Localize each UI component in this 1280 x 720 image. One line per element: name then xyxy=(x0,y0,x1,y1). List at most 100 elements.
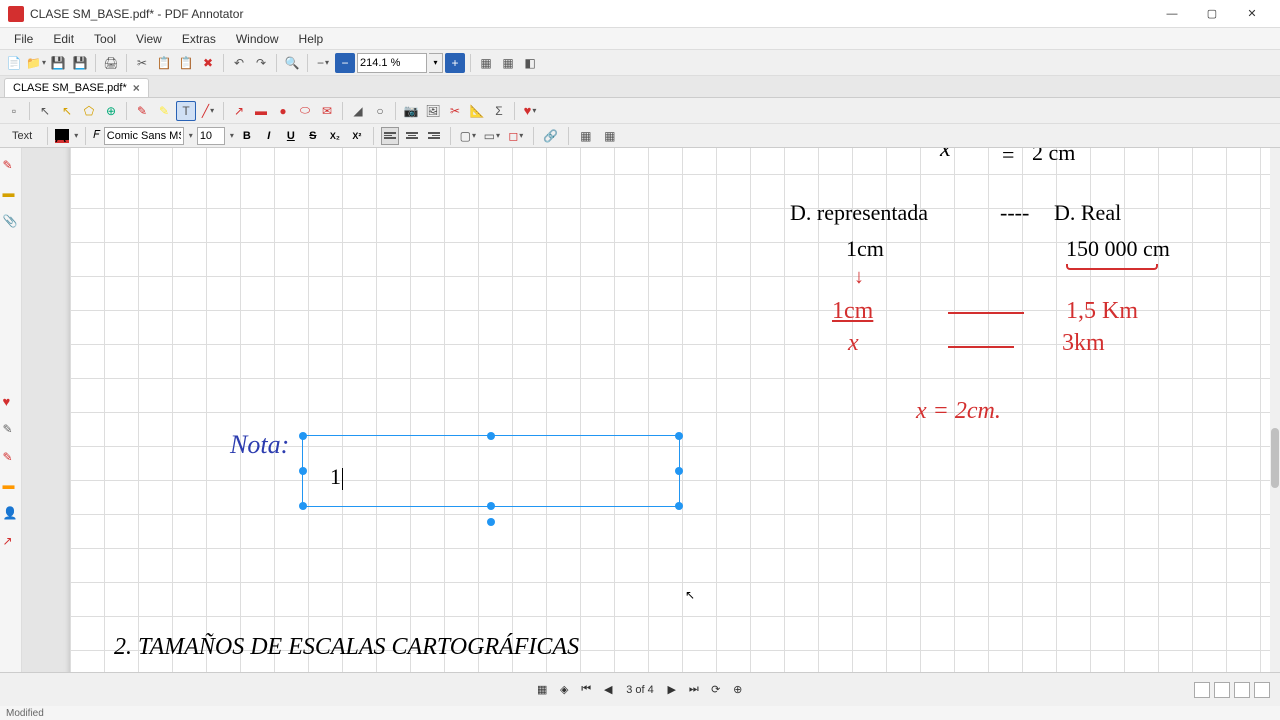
fav-person-icon[interactable]: 👤 xyxy=(3,506,19,522)
search-icon[interactable]: 🔍 xyxy=(282,53,302,73)
font-color-dropdown[interactable]: ▾ xyxy=(74,131,78,140)
pan-icon[interactable]: ⊕ xyxy=(101,101,121,121)
rect-icon[interactable]: ▬ xyxy=(251,101,271,121)
menu-edit[interactable]: Edit xyxy=(45,30,82,48)
view-two-icon[interactable] xyxy=(1234,682,1250,698)
nav-refresh-icon[interactable]: ⟳ xyxy=(708,682,724,698)
scrollbar-thumb[interactable] xyxy=(1271,428,1279,488)
copy-icon[interactable]: 📋 xyxy=(154,53,174,73)
fav-red-icon[interactable]: ✎ xyxy=(3,450,19,466)
last-page-button[interactable]: ⏭ xyxy=(686,682,702,698)
fullscreen-icon[interactable]: ▦ xyxy=(498,53,518,73)
highlight-icon[interactable]: ○ xyxy=(370,101,390,121)
undo-icon[interactable]: ↶ xyxy=(229,53,249,73)
first-page-button[interactable]: ⏮ xyxy=(578,682,594,698)
document-tab[interactable]: CLASE SM_BASE.pdf* × xyxy=(4,78,149,97)
close-button[interactable]: ✕ xyxy=(1232,1,1272,27)
line-icon[interactable]: ╱▾ xyxy=(198,101,218,121)
pointer-icon[interactable]: ↖ xyxy=(35,101,55,121)
paste-icon[interactable]: 📋 xyxy=(176,53,196,73)
fav-arrow-icon[interactable]: ↗ xyxy=(3,534,19,550)
menu-tool[interactable]: Tool xyxy=(86,30,124,48)
text-tool-icon[interactable]: T xyxy=(176,101,196,121)
page-icon[interactable]: ▦ xyxy=(476,53,496,73)
typed-text[interactable]: 1 xyxy=(330,464,343,490)
minimize-button[interactable]: — xyxy=(1152,1,1192,27)
zoom-dropdown[interactable]: ▾ xyxy=(429,53,443,73)
new-annotation-icon[interactable]: ▫ xyxy=(4,101,24,121)
link-icon[interactable]: 🔗 xyxy=(541,126,561,146)
view-continuous-icon[interactable] xyxy=(1214,682,1230,698)
menu-help[interactable]: Help xyxy=(291,30,332,48)
redo-icon[interactable]: ↷ xyxy=(251,53,271,73)
formula-icon[interactable]: Σ xyxy=(489,101,509,121)
stamp-icon[interactable]: ✉ xyxy=(317,101,337,121)
ungroup-icon[interactable]: ▦ xyxy=(600,126,620,146)
subscript-button[interactable]: X₂ xyxy=(326,127,344,145)
strike-button[interactable]: S xyxy=(304,127,322,145)
nav-icon-1[interactable]: ▦ xyxy=(534,682,550,698)
italic-button[interactable]: I xyxy=(260,127,278,145)
align-center-button[interactable] xyxy=(403,127,421,145)
vertical-scrollbar[interactable] xyxy=(1270,148,1280,672)
view-single-icon[interactable] xyxy=(1194,682,1210,698)
menu-view[interactable]: View xyxy=(128,30,170,48)
circle-icon[interactable]: ● xyxy=(273,101,293,121)
nav-icon-2[interactable]: ◈ xyxy=(556,682,572,698)
zoom-out-icon[interactable]: −▾ xyxy=(313,53,333,73)
fill-icon[interactable]: ▢▾ xyxy=(458,126,478,146)
zoom-input[interactable] xyxy=(357,53,427,73)
border-icon[interactable]: ▭▾ xyxy=(482,126,502,146)
align-right-button[interactable] xyxy=(425,127,443,145)
measure-icon[interactable]: 📐 xyxy=(467,101,487,121)
font-family-select[interactable] xyxy=(104,127,184,145)
image-icon[interactable]: 🖼 xyxy=(423,101,443,121)
fit-icon[interactable]: ◻▾ xyxy=(506,126,526,146)
arrow-icon[interactable]: ↗ xyxy=(229,101,249,121)
group-icon[interactable]: ▦ xyxy=(576,126,596,146)
print-icon[interactable]: 🖨 xyxy=(101,53,121,73)
pen-icon[interactable]: ✎ xyxy=(132,101,152,121)
nav-add-icon[interactable]: ⊕ xyxy=(730,682,746,698)
tab-close-icon[interactable]: × xyxy=(133,81,140,95)
menu-file[interactable]: File xyxy=(6,30,41,48)
align-left-button[interactable] xyxy=(381,127,399,145)
select-icon[interactable]: ↖ xyxy=(57,101,77,121)
crop-icon[interactable]: ✂ xyxy=(445,101,465,121)
font-size-select[interactable] xyxy=(197,127,225,145)
text-selection-box[interactable] xyxy=(302,435,680,507)
new-icon[interactable]: 📄 xyxy=(4,53,24,73)
lasso-icon[interactable]: ⬠ xyxy=(79,101,99,121)
view-grid-icon[interactable] xyxy=(1254,682,1270,698)
zoom-in-icon[interactable]: + xyxy=(445,53,465,73)
size-dropdown[interactable]: ▾ xyxy=(230,131,234,140)
panel-icon[interactable]: ◧ xyxy=(520,53,540,73)
font-dropdown[interactable]: ▾ xyxy=(189,131,193,140)
marker-yellow-icon[interactable]: ▬ xyxy=(3,186,19,202)
open-icon[interactable]: 📁▾ xyxy=(26,53,46,73)
pen-red-icon[interactable]: ✎ xyxy=(3,158,19,174)
ellipse-icon[interactable]: ⬭ xyxy=(295,101,315,121)
fav-heart-icon[interactable]: ♥ xyxy=(3,394,19,410)
font-color-swatch[interactable]: A xyxy=(55,129,69,143)
save-as-icon[interactable]: 💾 xyxy=(70,53,90,73)
marker-icon[interactable]: ✎ xyxy=(154,101,174,121)
cut-icon[interactable]: ✂ xyxy=(132,53,152,73)
maximize-button[interactable]: ▢ xyxy=(1192,1,1232,27)
zoom-fit-icon[interactable]: − xyxy=(335,53,355,73)
save-icon[interactable]: 💾 xyxy=(48,53,68,73)
canvas[interactable]: x = 2 cm D. representada ---- D. Real 1c… xyxy=(22,148,1280,672)
bold-button[interactable]: B xyxy=(238,127,256,145)
menu-window[interactable]: Window xyxy=(228,30,287,48)
favorite-icon[interactable]: ♥▾ xyxy=(520,101,540,121)
underline-button[interactable]: U xyxy=(282,127,300,145)
menu-extras[interactable]: Extras xyxy=(174,30,224,48)
fav-orange-icon[interactable]: ▬ xyxy=(3,478,19,494)
fav-pen-icon[interactable]: ✎ xyxy=(3,422,19,438)
camera-icon[interactable]: 📷 xyxy=(401,101,421,121)
next-page-button[interactable]: ▶ xyxy=(664,682,680,698)
superscript-button[interactable]: X² xyxy=(348,127,366,145)
clip-icon[interactable]: 📎 xyxy=(3,214,19,230)
delete-icon[interactable]: ✖ xyxy=(198,53,218,73)
prev-page-button[interactable]: ◀ xyxy=(600,682,616,698)
